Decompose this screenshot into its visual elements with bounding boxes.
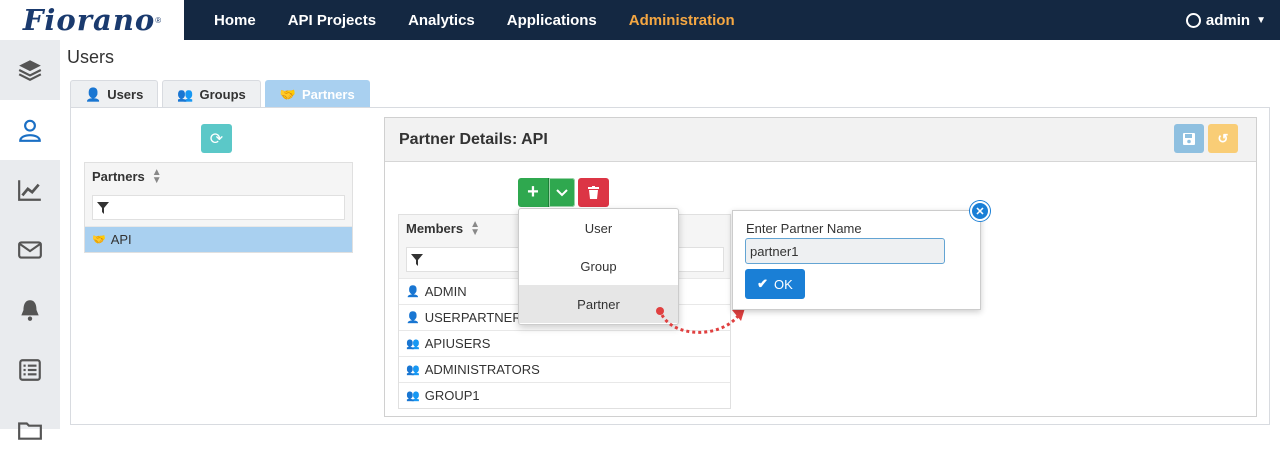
chart-icon — [18, 180, 41, 201]
member-row[interactable]: 👥 GROUP1 — [399, 382, 730, 408]
user-name: admin — [1205, 11, 1251, 29]
fiorano-logo[interactable]: Fiorano ® — [0, 0, 184, 40]
page-title: Users — [67, 47, 115, 67]
check-icon: ✔ — [757, 276, 769, 291]
user-icon — [19, 119, 41, 142]
member-row[interactable]: 👥 ADMINISTRATORS — [399, 356, 730, 382]
main-nav: Home API Projects Analytics Applications… — [198, 0, 751, 40]
partners-filter-input[interactable] — [92, 195, 345, 220]
trash-icon — [588, 186, 599, 199]
filter-icon — [411, 253, 423, 266]
handshake-icon: 🤝 — [92, 234, 106, 246]
caret-down-icon: ▼ — [1256, 14, 1266, 26]
user-menu[interactable]: admin ▼ — [1185, 0, 1266, 40]
layers-icon — [18, 60, 42, 81]
folder-icon — [18, 422, 42, 440]
sidebar — [0, 40, 60, 440]
user-icon: 👤 — [406, 312, 420, 324]
envelope-icon — [18, 241, 42, 259]
nav-applications[interactable]: Applications — [491, 12, 613, 29]
tab-partners[interactable]: 🤝 Partners — [264, 80, 370, 108]
refresh-button[interactable]: ⟳ — [201, 124, 232, 153]
tab-groups[interactable]: 👥 Groups — [162, 80, 261, 108]
tab-users[interactable]: 👤 Users — [70, 80, 159, 108]
save-icon — [1183, 132, 1195, 145]
sidebar-item-users[interactable] — [0, 100, 60, 160]
partners-table: Partners ▲ ▼ 🤝 API — [84, 162, 353, 253]
handshake-icon: 🤝 — [279, 86, 296, 102]
partner-name-label: Enter Partner Name — [746, 221, 862, 236]
filter-icon — [97, 201, 109, 214]
user-tabs: 👤 Users 👥 Groups 🤝 Partners — [70, 80, 374, 108]
nav-api-projects[interactable]: API Projects — [272, 12, 392, 29]
partners-column-header[interactable]: Partners ▲ ▼ — [85, 163, 352, 190]
sidebar-item-list[interactable] — [0, 340, 60, 400]
partner-name-input[interactable] — [745, 238, 945, 264]
delete-member-button[interactable] — [578, 178, 609, 207]
dropdown-item-group[interactable]: Group — [519, 247, 678, 285]
plus-icon: + — [527, 181, 539, 203]
nav-administration[interactable]: Administration — [613, 12, 751, 29]
partners-filter-row — [85, 190, 352, 226]
sidebar-item-analytics[interactable] — [0, 160, 60, 220]
sidebar-item-mail[interactable] — [0, 220, 60, 280]
user-icon: 👤 — [406, 286, 420, 298]
nav-home[interactable]: Home — [198, 12, 272, 29]
sort-icon: ▲ ▼ — [470, 218, 480, 238]
users-icon: 👥 — [406, 338, 420, 350]
sidebar-item-notifications[interactable] — [0, 280, 60, 340]
add-dropdown-toggle[interactable] — [548, 178, 575, 207]
nav-analytics[interactable]: Analytics — [392, 12, 491, 29]
sort-icon: ▲ ▼ — [151, 166, 162, 186]
close-icon[interactable]: ✕ — [970, 201, 990, 221]
users-icon: 👥 — [406, 364, 420, 376]
partner-details-title: Partner Details: API — [385, 118, 1256, 162]
list-icon — [19, 359, 41, 381]
undo-button[interactable]: ↺ — [1208, 124, 1238, 153]
sidebar-item-layers[interactable] — [0, 40, 60, 100]
refresh-icon: ⟳ — [209, 130, 224, 148]
users-icon: 👥 — [177, 86, 194, 102]
partner-row[interactable]: 🤝 API — [85, 226, 352, 252]
top-navbar: Fiorano ® Home API Projects Analytics App… — [0, 0, 1280, 40]
chevron-down-icon — [556, 188, 568, 196]
partner-name-popover: Enter Partner Name ✔OK — [732, 210, 981, 310]
add-member-button[interactable]: + — [518, 178, 548, 207]
save-button[interactable] — [1174, 124, 1204, 153]
user-circle-icon — [1185, 12, 1201, 28]
ok-button[interactable]: ✔ OK — [745, 269, 805, 299]
dropdown-item-user[interactable]: User — [519, 209, 678, 247]
sidebar-item-folder[interactable] — [0, 400, 60, 460]
user-icon: 👤 — [85, 86, 102, 102]
undo-icon: ↺ — [1217, 130, 1229, 146]
users-icon: 👥 — [406, 390, 420, 402]
bell-icon — [21, 300, 39, 321]
